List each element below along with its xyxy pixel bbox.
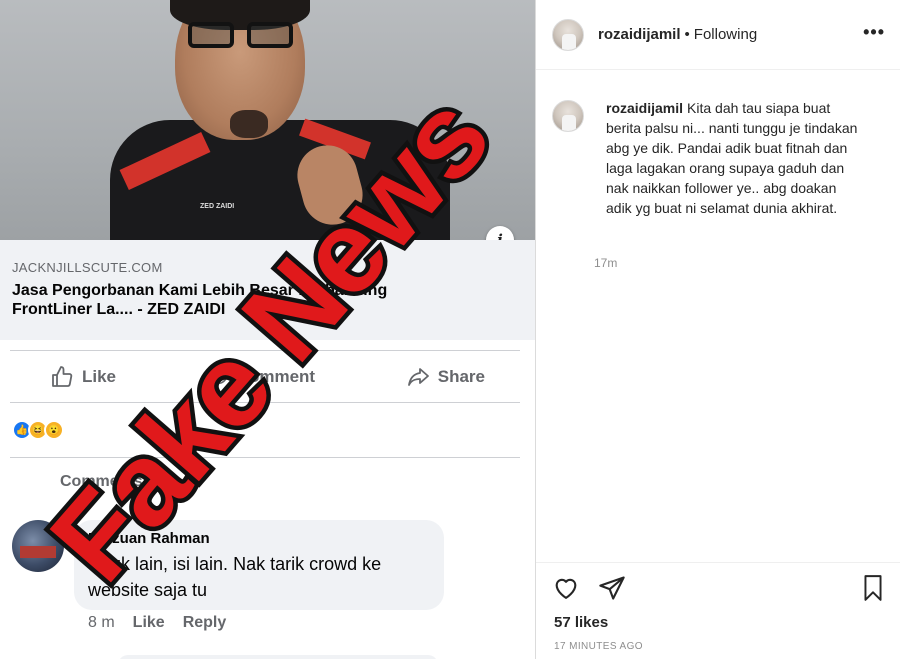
comment-like-link[interactable]: Like bbox=[133, 614, 165, 632]
share-arrow-icon bbox=[407, 368, 429, 386]
likes-count[interactable]: 57 likes bbox=[554, 614, 608, 631]
instagram-panel: rozaidijamil • Following ••• rozaidijamil K… bbox=[535, 0, 900, 659]
comment-bubble: Ridzuan Rahman Tajuk lain, isi lain. Nak… bbox=[74, 520, 444, 610]
comment-label: Comment bbox=[236, 367, 316, 386]
comment-icon bbox=[208, 367, 227, 386]
comment-author[interactable]: Ridzuan Rahman bbox=[88, 530, 430, 547]
caption-time: 17m bbox=[594, 256, 618, 270]
comment-time[interactable]: 8 m bbox=[88, 614, 115, 632]
post-photo[interactable]: ZED ZAIDI bbox=[0, 0, 535, 240]
like-button[interactable]: Like bbox=[50, 365, 116, 389]
shirt-shape bbox=[110, 120, 450, 240]
caption-username[interactable]: rozaidijamil bbox=[606, 100, 683, 116]
divider bbox=[536, 562, 900, 563]
share-button[interactable]: Share bbox=[406, 365, 485, 389]
divider bbox=[10, 350, 520, 351]
facebook-post-screenshot: ZED ZAIDI i JACKNJILLSCUTE.COM Jasa Peng… bbox=[0, 0, 535, 659]
link-title[interactable]: Jasa Pengorbanan Kami Lebih Besar Berban… bbox=[12, 281, 452, 319]
comment-button[interactable]: Comment bbox=[207, 366, 315, 388]
avatar[interactable] bbox=[12, 520, 64, 572]
divider bbox=[10, 457, 520, 458]
link-preview[interactable]: JACKNJILLSCUTE.COM Jasa Pengorbanan Kami… bbox=[0, 240, 535, 340]
comment-reply-link[interactable]: Reply bbox=[183, 614, 227, 632]
heart-icon[interactable] bbox=[552, 574, 580, 602]
like-label: Like bbox=[82, 367, 117, 386]
instagram-header: rozaidijamil • Following ••• bbox=[536, 0, 900, 70]
share-label: Share bbox=[437, 367, 485, 386]
instagram-action-icons bbox=[552, 574, 892, 604]
separator-dot: • bbox=[684, 26, 690, 43]
avatar[interactable] bbox=[552, 100, 584, 132]
caption: rozaidijamil Kita dah tau siapa buat beri… bbox=[552, 98, 882, 218]
wow-reaction-icon: 😮 bbox=[44, 420, 64, 440]
comment-meta: 8 m Like Reply bbox=[88, 614, 226, 632]
glasses bbox=[188, 22, 293, 50]
following-button[interactable]: Following bbox=[694, 26, 757, 43]
comments-label[interactable]: Comments bbox=[60, 473, 143, 491]
post-actions-bar: Like Comment Share bbox=[10, 352, 520, 402]
more-dots-icon[interactable]: ••• bbox=[863, 22, 885, 43]
send-icon[interactable] bbox=[598, 574, 626, 602]
caption-text: Kita dah tau siapa buat berita palsu ni.… bbox=[606, 100, 858, 216]
header-username[interactable]: rozaidijamil bbox=[598, 26, 681, 43]
post-timestamp[interactable]: 17 MINUTES AGO bbox=[554, 641, 643, 652]
bookmark-icon[interactable] bbox=[860, 574, 886, 602]
thumbs-up-icon bbox=[52, 366, 73, 387]
comment-text: Tajuk lain, isi lain. Nak tarik crowd ke… bbox=[88, 554, 382, 600]
shirt-logo: ZED ZAIDI bbox=[200, 203, 235, 210]
link-domain: JACKNJILLSCUTE.COM bbox=[12, 260, 163, 275]
divider bbox=[10, 402, 520, 403]
next-comment-bubble bbox=[118, 655, 438, 659]
reaction-summary[interactable]: 👍 😆 😮 bbox=[12, 420, 64, 440]
avatar[interactable] bbox=[552, 18, 584, 51]
